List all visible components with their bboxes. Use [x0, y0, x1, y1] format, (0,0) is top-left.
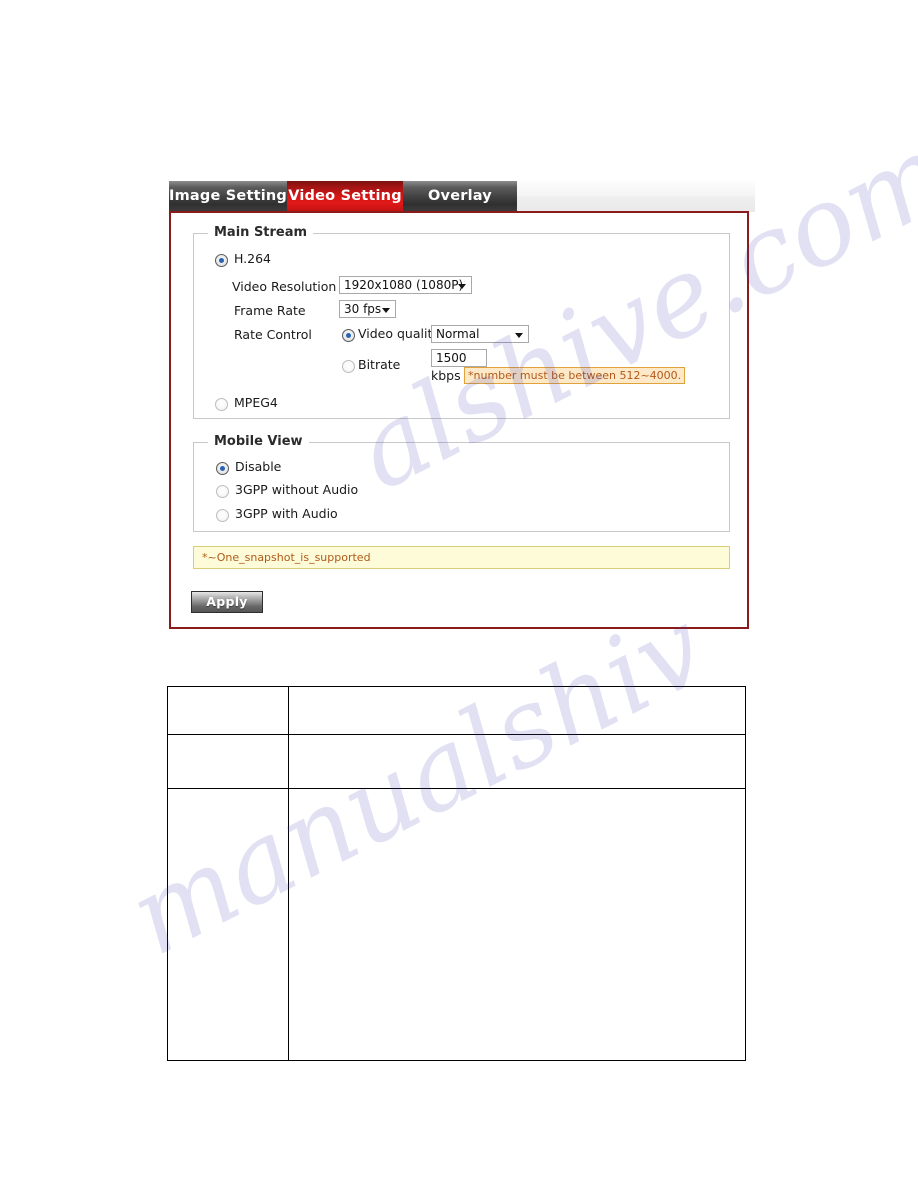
table-cell-label — [167, 788, 289, 1061]
radio-h264[interactable] — [215, 254, 228, 267]
table-cell-value — [288, 734, 746, 789]
select-video-resolution[interactable]: 1920x1080 (1080P) — [339, 276, 472, 294]
label-mobile-disable: Disable — [235, 459, 282, 474]
table-row — [167, 686, 746, 735]
label-video-resolution: Video Resolution — [232, 279, 337, 294]
table-row — [167, 788, 746, 1061]
select-frame-rate[interactable]: 30 fps — [339, 300, 396, 318]
radio-3gpp-with-audio[interactable] — [216, 509, 229, 522]
table-cell-value — [288, 788, 746, 1061]
label-3gpp-with-audio: 3GPP with Audio — [235, 506, 338, 521]
main-stream-fieldset: Main Stream H.264 Video Resolution 1920x… — [193, 225, 730, 419]
hint-bitrate-range: *number must be between 512~4000. — [464, 367, 686, 384]
radio-bitrate[interactable] — [342, 360, 355, 373]
chevron-down-icon — [382, 308, 390, 313]
table-cell-value — [288, 686, 746, 735]
label-rate-control: Rate Control — [234, 327, 312, 342]
snapshot-note: *~One_snapshot_is_supported — [193, 546, 730, 569]
label-video-quality: Video quality — [358, 326, 440, 341]
radio-mobile-disable[interactable] — [216, 462, 229, 475]
label-frame-rate: Frame Rate — [234, 303, 306, 318]
radio-video-quality[interactable] — [342, 329, 355, 342]
tab-video-setting[interactable]: Video Setting — [287, 181, 403, 212]
tab-bar: Image Setting Video Setting Overlay — [169, 181, 755, 212]
table-cell-label — [167, 686, 289, 735]
settings-panel: Main Stream H.264 Video Resolution 1920x… — [169, 211, 749, 629]
table-cell-label — [167, 734, 289, 789]
tab-overlay[interactable]: Overlay — [403, 181, 517, 212]
select-frame-rate-value: 30 fps — [344, 302, 382, 316]
description-table — [167, 686, 746, 1061]
radio-3gpp-without-audio[interactable] — [216, 485, 229, 498]
label-bitrate-unit: kbps — [431, 368, 461, 383]
chevron-down-icon — [458, 284, 466, 289]
apply-button[interactable]: Apply — [191, 591, 263, 613]
chevron-down-icon — [515, 333, 523, 338]
input-bitrate[interactable]: 1500 — [431, 349, 487, 367]
main-stream-legend: Main Stream — [208, 225, 314, 240]
select-video-quality-value: Normal — [436, 327, 480, 341]
tab-image-setting[interactable]: Image Setting — [169, 181, 287, 212]
label-3gpp-without-audio: 3GPP without Audio — [235, 482, 359, 497]
description-table-body — [167, 686, 746, 1061]
label-mpeg4: MPEG4 — [234, 395, 278, 410]
select-video-quality[interactable]: Normal — [431, 325, 529, 343]
mobile-view-fieldset: Mobile View Disable 3GPP without Audio 3… — [193, 434, 730, 532]
mobile-view-legend: Mobile View — [208, 434, 309, 449]
select-video-resolution-value: 1920x1080 (1080P) — [344, 278, 464, 292]
radio-mpeg4[interactable] — [215, 398, 228, 411]
table-row — [167, 734, 746, 789]
label-bitrate: Bitrate — [358, 357, 401, 372]
label-h264: H.264 — [234, 251, 272, 266]
